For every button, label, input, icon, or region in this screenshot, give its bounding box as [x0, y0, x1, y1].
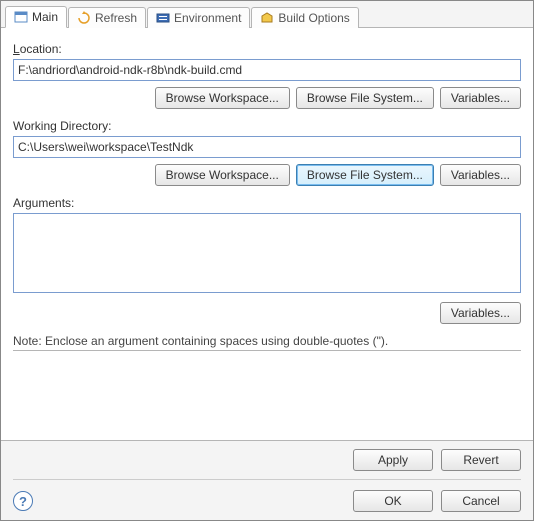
tab-refresh[interactable]: Refresh [68, 7, 146, 28]
arguments-label: Arguments: [13, 196, 521, 210]
apply-button[interactable]: Apply [353, 449, 433, 471]
ok-button[interactable]: OK [353, 490, 433, 512]
environment-icon [156, 11, 170, 25]
browse-workspace-button[interactable]: Browse Workspace... [155, 87, 290, 109]
dialog-footer: Apply Revert ? OK Cancel [1, 441, 533, 520]
browse-filesystem-button[interactable]: Browse File System... [296, 164, 434, 186]
help-icon[interactable]: ? [13, 491, 33, 511]
separator [13, 350, 521, 351]
browse-filesystem-button[interactable]: Browse File System... [296, 87, 434, 109]
variables-button[interactable]: Variables... [440, 87, 521, 109]
build-options-icon [260, 11, 274, 25]
working-directory-input[interactable] [13, 136, 521, 158]
tab-bar: Main Refresh Environment Build Options [1, 1, 533, 28]
arguments-note: Note: Enclose an argument containing spa… [13, 334, 521, 348]
tab-label: Build Options [278, 11, 349, 25]
location-label: Location: [13, 42, 521, 56]
location-input[interactable] [13, 59, 521, 81]
main-icon [14, 10, 28, 24]
browse-workspace-button[interactable]: Browse Workspace... [155, 164, 290, 186]
tab-environment[interactable]: Environment [147, 7, 250, 28]
arguments-textarea[interactable] [13, 213, 521, 293]
tab-label: Main [32, 10, 58, 24]
cancel-button[interactable]: Cancel [441, 490, 521, 512]
tab-build-options[interactable]: Build Options [251, 7, 358, 28]
tab-label: Environment [174, 11, 241, 25]
refresh-icon [77, 11, 91, 25]
tab-main[interactable]: Main [5, 6, 67, 28]
main-panel: Location: Browse Workspace... Browse Fil… [1, 28, 533, 441]
variables-button[interactable]: Variables... [440, 302, 521, 324]
variables-button[interactable]: Variables... [440, 164, 521, 186]
revert-button[interactable]: Revert [441, 449, 521, 471]
tab-label: Refresh [95, 11, 137, 25]
working-directory-label: Working Directory: [13, 119, 521, 133]
